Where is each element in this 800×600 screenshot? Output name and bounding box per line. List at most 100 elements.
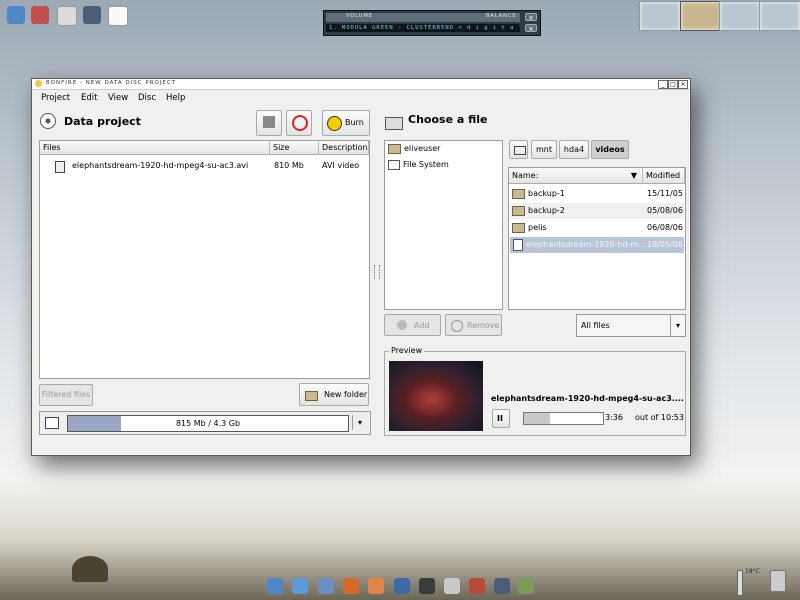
column-description[interactable]: Description	[319, 141, 369, 155]
add-label: Add	[414, 321, 430, 330]
burn-button[interactable]: Burn	[322, 110, 370, 136]
menu-edit[interactable]: Edit	[81, 93, 97, 103]
device-icon[interactable]	[494, 578, 510, 594]
computer-icon[interactable]	[7, 6, 25, 24]
pane-grip[interactable]	[374, 265, 380, 279]
media-player: VOLUME BALANCE 1. MODULA GREEN - CLUSTER…	[323, 10, 541, 36]
disc-icon	[40, 113, 56, 129]
remove-button[interactable]: Remove	[445, 314, 502, 336]
browser-icon[interactable]	[343, 578, 359, 594]
bonfire-window: BONFIRE - NEW DATA DISC PROJECT _ □ × Pr…	[31, 78, 691, 456]
player-close-button[interactable]: ×	[525, 13, 537, 22]
preview-frame: Preview elephantsdream-1920-hd-mpeg4-su-…	[384, 346, 686, 436]
preview-thumbnail	[389, 361, 483, 431]
playback-fill	[524, 413, 551, 424]
path-hda4[interactable]: hda4	[559, 140, 589, 159]
close-button[interactable]: ×	[678, 80, 688, 89]
network-icon[interactable]	[292, 578, 308, 594]
file-browser-list[interactable]: Name: ▼ Modified backup-1 15/11/05 backu…	[508, 167, 686, 310]
temperature-text: 18°C	[745, 568, 760, 575]
remove-label: Remove	[467, 321, 500, 330]
column-modified[interactable]: Modified	[643, 168, 685, 184]
computer-icon[interactable]	[267, 578, 283, 594]
workspace-3[interactable]	[719, 1, 761, 31]
files-icon[interactable]	[318, 578, 334, 594]
path-mnt[interactable]: mnt	[531, 140, 557, 159]
workspace-2[interactable]	[680, 1, 722, 31]
menu-help[interactable]: Help	[166, 93, 185, 103]
document-icon[interactable]	[108, 6, 128, 26]
device-icon[interactable]	[83, 6, 101, 24]
open-folder-icon	[385, 117, 403, 130]
player-shade-button[interactable]: ×	[525, 24, 537, 33]
filtered-files-button[interactable]: Filtered files	[39, 384, 93, 406]
preview-label: Preview	[389, 346, 425, 355]
folder-icon	[512, 188, 525, 199]
column-size[interactable]: Size	[270, 141, 319, 155]
table-row[interactable]: elephantsdream-1920-hd-mpeg4-su-ac3.avi …	[41, 158, 368, 174]
menu-disc[interactable]: Disc	[138, 93, 156, 103]
burn-label: Burn	[345, 118, 364, 127]
path-videos[interactable]: videos	[591, 140, 629, 159]
thermometer-icon	[737, 570, 743, 596]
minimize-button[interactable]: _	[658, 80, 668, 89]
chevron-down-icon: ▾	[670, 315, 685, 336]
playback-total: out of 10:53	[635, 413, 684, 422]
list-item[interactable]: backup-1 15/11/05	[510, 186, 684, 202]
list-item[interactable]: pelis 06/08/06	[510, 220, 684, 236]
add-icon	[397, 320, 407, 330]
path-toggle-button[interactable]	[509, 140, 528, 159]
trash-icon[interactable]	[770, 570, 786, 592]
column-name[interactable]: Name: ▼	[509, 168, 643, 184]
remove-icon	[451, 320, 463, 332]
list-item[interactable]: backup-2 05/08/06	[510, 203, 684, 219]
new-folder-button[interactable]: New folder	[299, 383, 369, 406]
menu-project[interactable]: Project	[41, 93, 70, 103]
bonfire-icon	[35, 80, 42, 87]
file-filter-select[interactable]: All files ▾	[576, 314, 686, 337]
volume-balance-bar[interactable]: VOLUME BALANCE	[326, 13, 520, 22]
entry-name: pelis	[528, 223, 547, 232]
maximize-button[interactable]: □	[668, 80, 678, 89]
entry-name: elephantsdream-1920-hd-m...	[526, 240, 646, 249]
home-folder-icon	[388, 143, 401, 154]
titlebar[interactable]: BONFIRE - NEW DATA DISC PROJECT _ □ ×	[32, 79, 690, 90]
volume-label: VOLUME	[346, 13, 373, 19]
folder-icon	[512, 205, 525, 216]
mail-icon[interactable]	[368, 578, 384, 594]
pause-button[interactable]: II	[492, 409, 510, 428]
image-icon[interactable]	[394, 578, 410, 594]
list-item-selected[interactable]: elephantsdream-1920-hd-m... 18/05/06	[510, 237, 684, 253]
places-list[interactable]: eliveuser File System	[384, 140, 503, 310]
column-files[interactable]: Files	[40, 141, 270, 155]
column-name-label: Name:	[512, 171, 539, 180]
place-item[interactable]: File System	[386, 157, 501, 173]
playback-progress[interactable]	[523, 412, 604, 425]
chevron-down-icon[interactable]: ▾	[352, 415, 367, 430]
workspace-4[interactable]	[759, 1, 800, 31]
add-button[interactable]: Add	[384, 314, 441, 336]
project-file-list[interactable]: Files Size Description elephantsdream-19…	[39, 140, 370, 379]
music-icon[interactable]	[444, 578, 460, 594]
file-size: 810 Mb	[274, 161, 304, 170]
menubar: Project Edit View Disc Help	[32, 90, 690, 106]
project-title: Data project	[64, 115, 141, 128]
cancel-button[interactable]	[286, 110, 312, 136]
settings-icon[interactable]	[518, 578, 534, 594]
playback-time: 3:36	[605, 413, 623, 422]
workspace-1[interactable]	[639, 1, 681, 31]
tree-wallpaper-icon	[72, 556, 108, 582]
drive-icon	[514, 146, 526, 155]
place-item[interactable]: eliveuser	[386, 141, 501, 157]
place-label: eliveuser	[404, 144, 441, 153]
speaker-icon[interactable]	[57, 6, 77, 26]
window-title: BONFIRE - NEW DATA DISC PROJECT	[46, 80, 177, 86]
tools-icon[interactable]	[469, 578, 485, 594]
eject-button[interactable]	[256, 110, 282, 136]
menu-view[interactable]: View	[108, 93, 128, 103]
network-icon[interactable]	[31, 6, 49, 24]
drive-icon	[388, 159, 400, 170]
drive-icon[interactable]	[45, 417, 59, 429]
terminal-icon[interactable]	[419, 578, 435, 594]
preview-filename: elephantsdream-1920-hd-mpeg4-su-ac3....	[491, 394, 684, 403]
